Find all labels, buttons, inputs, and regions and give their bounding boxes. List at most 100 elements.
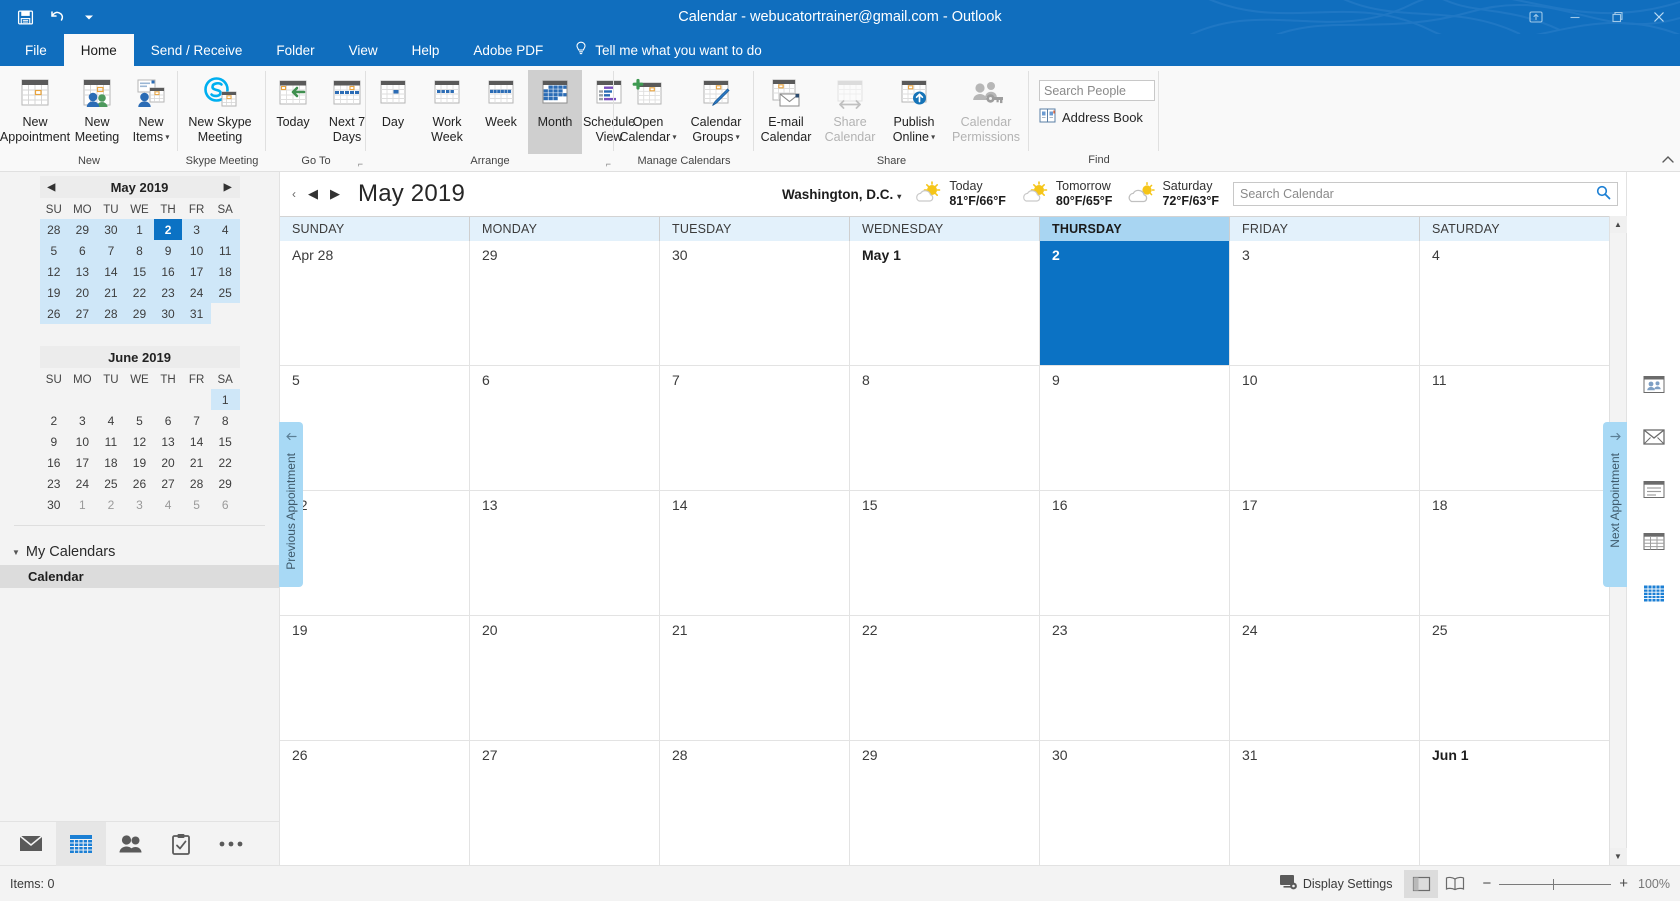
people-peek-icon[interactable] <box>1639 372 1669 398</box>
nav-people-button[interactable] <box>106 822 156 866</box>
day-cell[interactable]: 14 <box>660 491 850 615</box>
mini-day[interactable]: 3 <box>125 494 154 515</box>
mini-day[interactable]: 30 <box>40 494 69 515</box>
day-cell[interactable]: 22 <box>850 616 1040 740</box>
ribbon-display-options-icon[interactable] <box>1518 0 1554 34</box>
mini-day[interactable] <box>154 389 183 410</box>
mini-day[interactable]: 9 <box>40 431 69 452</box>
day-cell[interactable]: 4 <box>1420 241 1609 365</box>
day-cell[interactable]: 17 <box>1230 491 1420 615</box>
address-book-button[interactable]: Address Book <box>1039 108 1143 126</box>
day-cell[interactable]: 30 <box>1040 741 1230 865</box>
day-cell[interactable]: 15 <box>850 491 1040 615</box>
mini-day[interactable]: 15 <box>211 431 240 452</box>
day-cell[interactable]: 28 <box>660 741 850 865</box>
mini-day[interactable]: 29 <box>211 473 240 494</box>
day-cell[interactable]: 5 <box>280 366 470 490</box>
day-cell[interactable]: 30 <box>660 241 850 365</box>
mini-day[interactable]: 8 <box>211 410 240 431</box>
mini-day[interactable]: 18 <box>210 261 240 282</box>
mini-day[interactable]: 25 <box>97 473 126 494</box>
folder-item-calendar[interactable]: Calendar <box>0 565 279 588</box>
day-cell[interactable]: 27 <box>470 741 660 865</box>
mini-day[interactable]: 1 <box>125 219 154 240</box>
mini-day[interactable] <box>40 389 69 410</box>
mini-day[interactable]: 28 <box>96 303 126 324</box>
mini-day[interactable]: 3 <box>182 219 211 240</box>
mini-day[interactable]: 30 <box>96 219 126 240</box>
tell-me-box[interactable]: Tell me what you want to do <box>560 34 776 66</box>
tab-folder[interactable]: Folder <box>259 34 331 66</box>
mini-day[interactable]: 24 <box>182 282 211 303</box>
mini-day[interactable]: 16 <box>40 452 69 473</box>
mini-day[interactable]: 2 <box>97 494 126 515</box>
notes-peek-icon[interactable] <box>1639 476 1669 502</box>
mini-day[interactable]: 4 <box>154 494 183 515</box>
weather-saturday[interactable]: Saturday 72°F/63°F <box>1126 179 1219 209</box>
open-calendar-button[interactable]: Open Calendar ▾ <box>614 70 682 154</box>
mini-day[interactable]: 29 <box>125 303 154 324</box>
mini-day[interactable]: 31 <box>182 303 211 324</box>
mini-day[interactable]: 28 <box>182 473 211 494</box>
mini-day[interactable]: 19 <box>125 452 154 473</box>
mini-day[interactable]: 10 <box>68 431 97 452</box>
zoom-out-button[interactable]: − <box>1482 875 1491 892</box>
my-calendars-header[interactable]: ▼ My Calendars <box>0 540 279 565</box>
nav-mail-button[interactable] <box>6 822 56 866</box>
nav-tasks-button[interactable] <box>156 822 206 866</box>
normal-view-button[interactable] <box>1404 869 1439 898</box>
mini-day[interactable]: 3 <box>68 410 97 431</box>
mini-day[interactable]: 12 <box>39 261 69 282</box>
day-cell[interactable]: 29 <box>850 741 1040 865</box>
month-view-button[interactable]: Month <box>528 70 582 154</box>
day-cell[interactable]: 12 <box>280 491 470 615</box>
day-cell[interactable]: 11 <box>1420 366 1609 490</box>
weather-location[interactable]: Washington, D.C. ▾ <box>782 187 901 202</box>
weather-today[interactable]: Today 81°F/66°F <box>913 179 1006 209</box>
new-meeting-button[interactable]: New Meeting <box>70 70 124 154</box>
day-cell[interactable]: 10 <box>1230 366 1420 490</box>
mini-day[interactable]: 21 <box>182 452 211 473</box>
mini-day[interactable]: 8 <box>125 240 154 261</box>
mini-day[interactable]: 9 <box>153 240 183 261</box>
mini-day[interactable]: 11 <box>210 240 240 261</box>
mini-day[interactable]: 6 <box>211 494 240 515</box>
mini-day[interactable]: 10 <box>182 240 211 261</box>
mini-day[interactable]: 5 <box>39 240 69 261</box>
day-cell[interactable]: 13 <box>470 491 660 615</box>
tab-help[interactable]: Help <box>395 34 457 66</box>
day-cell[interactable]: 18 <box>1420 491 1609 615</box>
day-cell[interactable]: 16 <box>1040 491 1230 615</box>
day-cell[interactable]: 3 <box>1230 241 1420 365</box>
day-cell[interactable]: 19 <box>280 616 470 740</box>
mini-day[interactable]: 16 <box>153 261 183 282</box>
mini-day[interactable]: 21 <box>96 282 126 303</box>
display-settings-button[interactable]: Display Settings <box>1279 874 1392 893</box>
day-view-button[interactable]: Day <box>366 70 420 154</box>
previous-appointment-tab[interactable]: Previous Appointment <box>279 422 303 587</box>
mini-day[interactable]: 22 <box>125 282 154 303</box>
collapse-ribbon-icon[interactable] <box>1662 155 1674 167</box>
mini-prev-month-icon[interactable]: ◀ <box>48 182 56 193</box>
new-appointment-button[interactable]: New Appointment <box>0 70 70 154</box>
next-appointment-tab[interactable]: Next Appointment <box>1603 422 1627 587</box>
tab-adobe-pdf[interactable]: Adobe PDF <box>456 34 560 66</box>
week-view-button[interactable]: Week <box>474 70 528 154</box>
day-cell[interactable]: 23 <box>1040 616 1230 740</box>
search-calendar-input[interactable]: Search Calendar <box>1233 182 1618 206</box>
mini-day[interactable]: 5 <box>125 410 154 431</box>
day-cell[interactable]: 20 <box>470 616 660 740</box>
calendar-groups-button[interactable]: Calendar Groups ▾ <box>682 70 750 154</box>
tasks-peek-icon[interactable] <box>1639 528 1669 554</box>
mini-day[interactable]: 23 <box>40 473 69 494</box>
mini-day[interactable]: 28 <box>39 219 69 240</box>
mini-day[interactable]: 20 <box>154 452 183 473</box>
mini-day[interactable] <box>182 389 211 410</box>
mini-day[interactable]: 23 <box>153 282 183 303</box>
mail-peek-icon[interactable] <box>1639 424 1669 450</box>
day-cell[interactable]: Apr 28 <box>280 241 470 365</box>
mini-day[interactable]: 1 <box>68 494 97 515</box>
scroll-down-icon[interactable]: ▼ <box>1609 848 1627 865</box>
mini-day[interactable]: 19 <box>39 282 69 303</box>
mini-day[interactable]: 17 <box>68 452 97 473</box>
